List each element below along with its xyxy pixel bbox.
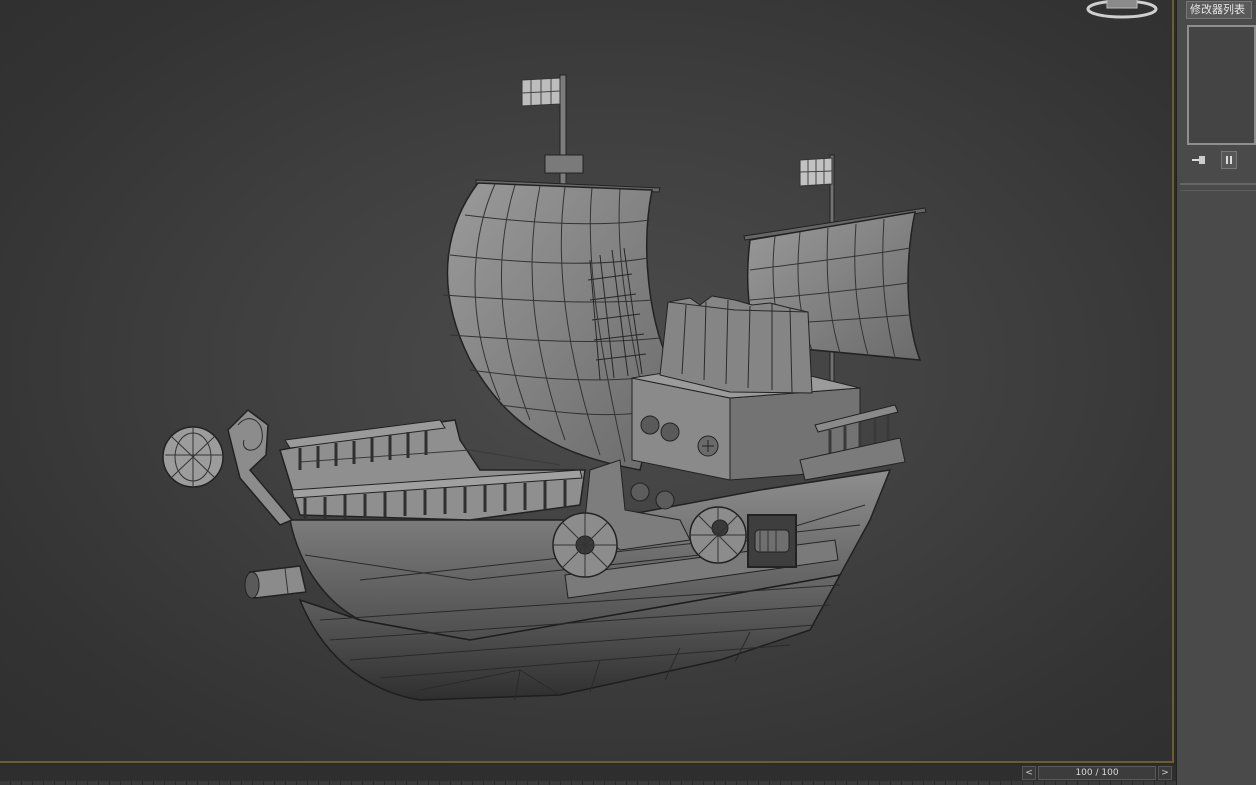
side-wheel-front bbox=[552, 512, 618, 578]
track-bar[interactable] bbox=[0, 781, 1176, 785]
pirate-ship-model[interactable] bbox=[0, 0, 1174, 763]
bow-cannon bbox=[244, 565, 307, 599]
figurehead bbox=[162, 409, 294, 526]
main-mast bbox=[475, 74, 661, 196]
modifier-stack-toolbar bbox=[1187, 151, 1253, 171]
panel-divider bbox=[1180, 183, 1256, 185]
cannon-port bbox=[747, 514, 797, 568]
viewcube-icon[interactable] bbox=[1085, 0, 1159, 24]
time-slider[interactable]: < 100 / 100 > bbox=[1022, 766, 1172, 780]
modifier-list-dropdown[interactable]: 修改器列表 bbox=[1186, 1, 1252, 19]
time-slider-thumb[interactable]: 100 / 100 bbox=[1038, 766, 1156, 780]
previous-frame-button[interactable]: < bbox=[1022, 766, 1036, 780]
cabin-crown bbox=[659, 295, 813, 394]
pause-icon[interactable] bbox=[1221, 151, 1237, 169]
modifier-stack-list[interactable] bbox=[1187, 25, 1256, 145]
next-frame-button[interactable]: > bbox=[1158, 766, 1172, 780]
pin-stack-icon[interactable] bbox=[1187, 151, 1211, 169]
side-wheel-rear bbox=[689, 506, 747, 564]
panel-rule bbox=[1180, 190, 1256, 191]
perspective-viewport[interactable] bbox=[0, 0, 1174, 763]
